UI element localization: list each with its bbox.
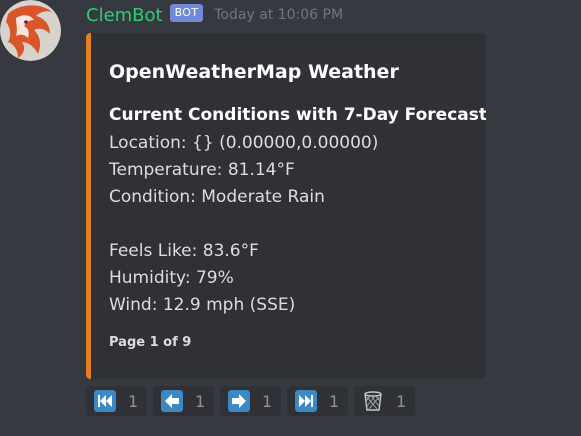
reaction-delete[interactable]: 1 [354,386,415,416]
lion-logo-icon [0,0,61,61]
embed-accent-bar [86,33,91,379]
username[interactable]: ClemBot [86,5,163,26]
reaction-previous-page[interactable]: 1 [153,386,214,416]
last-page-icon [295,390,317,412]
first-page-icon [94,390,116,412]
next-page-icon [228,390,250,412]
weather-embed: OpenWeatherMap Weather Current Condition… [86,33,486,379]
embed-title: OpenWeatherMap Weather [109,61,399,83]
reaction-next-page[interactable]: 1 [220,386,281,416]
reaction-bar: 1 1 1 1 1 [86,386,415,416]
feels-like-line: Feels Like: 83.6°F [109,241,259,261]
embed-footer-page: Page 1 of 9 [109,335,192,350]
bot-badge: BOT [169,4,204,22]
message-timestamp: Today at 10:06 PM [214,7,344,23]
reaction-count: 1 [195,391,206,411]
wastebasket-icon [364,391,382,411]
wind-line: Wind: 12.9 mph (SSE) [109,295,296,315]
temperature-line: Temperature: 81.14°F [109,160,295,180]
avatar[interactable] [0,0,61,61]
message-header: ClemBot BOT Today at 10:06 PM [86,3,343,27]
reaction-first-page[interactable]: 1 [86,386,147,416]
previous-page-icon [161,390,183,412]
embed-field-title: Current Conditions with 7-Day Forecast [109,105,486,125]
reaction-last-page[interactable]: 1 [287,386,348,416]
humidity-line: Humidity: 79% [109,268,234,288]
chat-message: ClemBot BOT Today at 10:06 PM OpenWeathe… [0,0,581,436]
condition-line: Condition: Moderate Rain [109,187,325,207]
reaction-count: 1 [262,391,273,411]
reaction-count: 1 [396,391,407,411]
location-line: Location: {} (0.00000,0.00000) [109,133,379,153]
reaction-count: 1 [329,391,340,411]
reaction-count: 1 [128,391,139,411]
